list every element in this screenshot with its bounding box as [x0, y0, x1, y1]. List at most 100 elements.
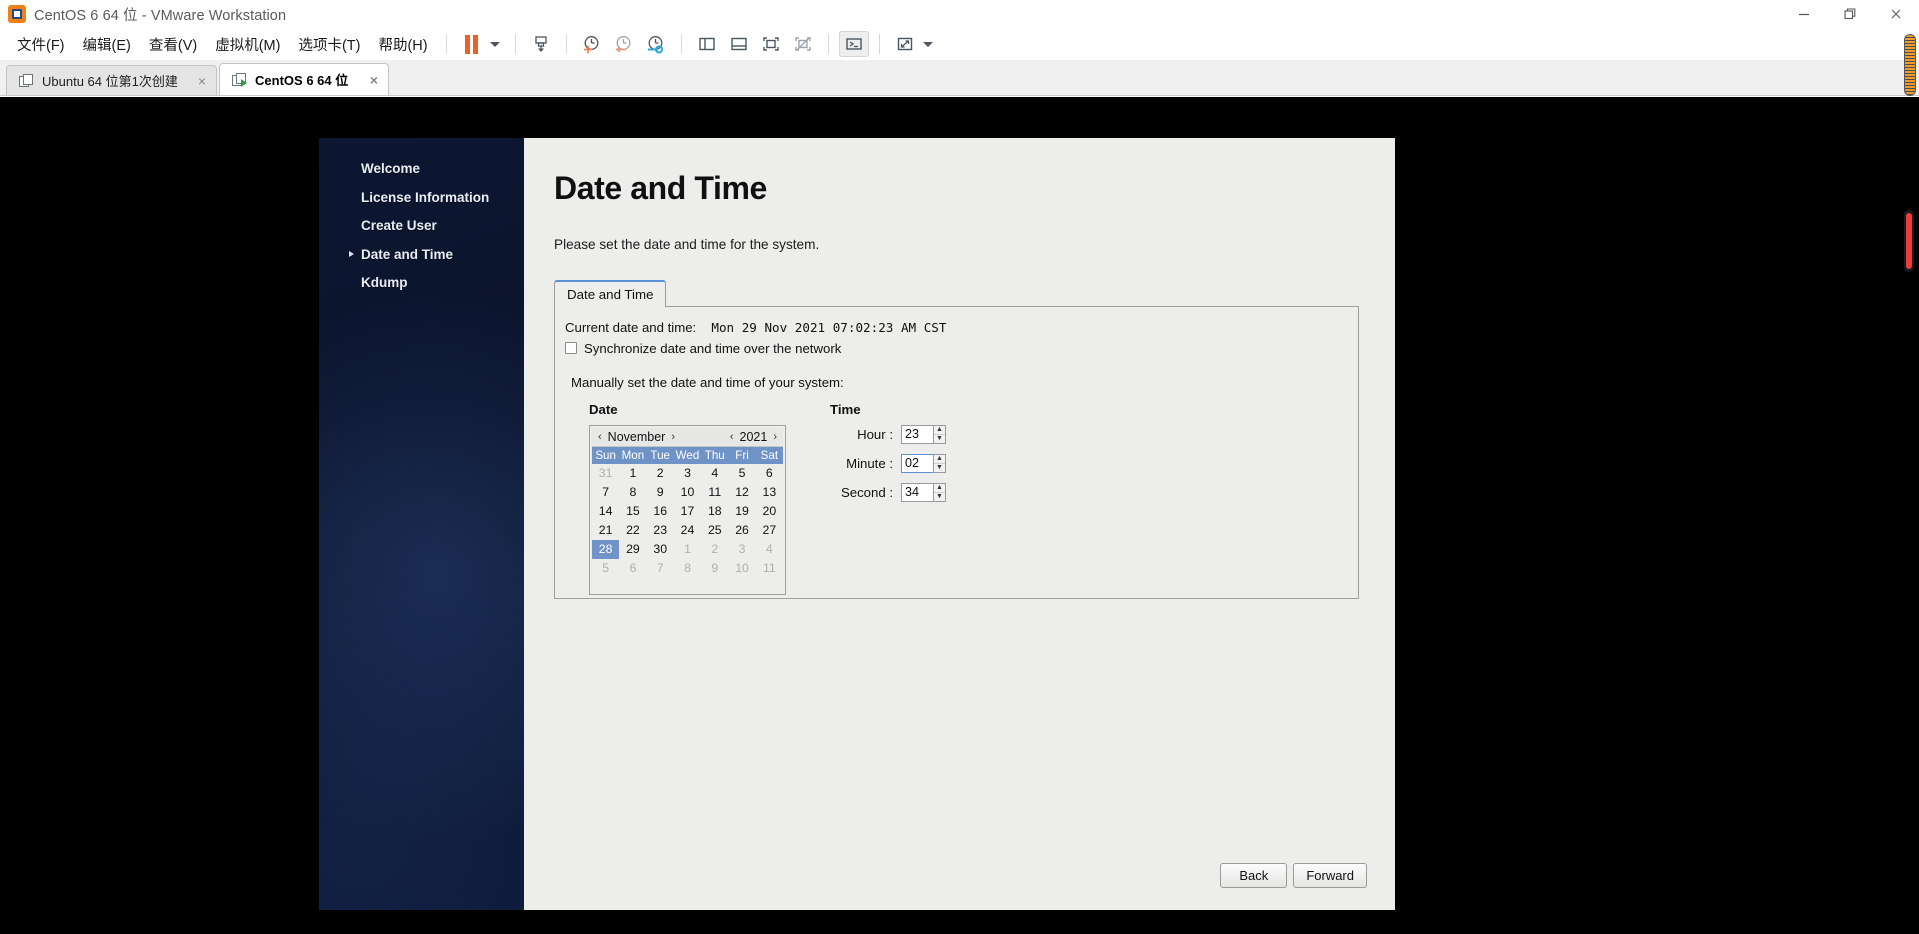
calendar-day[interactable]: 3 — [728, 540, 755, 559]
calendar-day[interactable]: 17 — [674, 502, 701, 521]
calendar-day[interactable]: 6 — [619, 559, 646, 578]
fullscreen-dropdown-caret-down-icon[interactable] — [922, 41, 933, 47]
month-selector[interactable]: ‹ November › — [598, 430, 675, 444]
show-library-button[interactable] — [692, 31, 722, 57]
calendar-day[interactable]: 6 — [756, 464, 783, 483]
minute-input[interactable] — [901, 453, 933, 473]
calendar-day[interactable]: 4 — [756, 540, 783, 559]
calendar-day[interactable]: 13 — [756, 483, 783, 502]
calendar-day[interactable]: 20 — [756, 502, 783, 521]
calendar-day[interactable]: 5 — [592, 559, 619, 578]
calendar-day[interactable]: 16 — [647, 502, 674, 521]
calendar-day[interactable]: 30 — [647, 540, 674, 559]
calendar-day[interactable]: 2 — [647, 464, 674, 483]
calendar-day[interactable]: 1 — [674, 540, 701, 559]
close-icon[interactable] — [1873, 0, 1919, 28]
calendar-day[interactable]: 18 — [701, 502, 728, 521]
calendar-day-selected[interactable]: 28 — [592, 539, 620, 559]
minute-spinner[interactable]: ▲ ▼ — [901, 453, 946, 473]
snapshot-revert-button[interactable] — [609, 31, 639, 57]
menu-vm[interactable]: 虚拟机(M) — [206, 30, 289, 59]
calendar-day[interactable]: 24 — [674, 521, 701, 540]
sidebar-item-date-and-time[interactable]: Date and Time — [319, 247, 524, 264]
hide-console-view-button[interactable] — [788, 31, 818, 57]
sidebar-item-license-information[interactable]: License Information — [319, 190, 524, 207]
hour-stepper[interactable]: ▲ ▼ — [933, 424, 946, 444]
calendar-day[interactable]: 12 — [728, 483, 755, 502]
calendar-day[interactable]: 8 — [674, 559, 701, 578]
calendar-day[interactable]: 7 — [647, 559, 674, 578]
next-year-icon[interactable]: › — [773, 431, 777, 443]
calendar-day[interactable]: 9 — [647, 483, 674, 502]
vm-tab-centos[interactable]: CentOS 6 64 位 × — [219, 63, 390, 95]
sync-checkbox[interactable] — [565, 342, 577, 355]
calendar-day[interactable]: 23 — [647, 521, 674, 540]
fullscreen-button[interactable] — [890, 31, 920, 57]
sidebar-item-welcome[interactable]: Welcome — [319, 161, 524, 178]
second-decrement-icon[interactable]: ▼ — [934, 493, 945, 501]
menu-help[interactable]: 帮助(H) — [369, 30, 436, 59]
hour-input[interactable] — [901, 424, 933, 444]
hour-decrement-icon[interactable]: ▼ — [934, 435, 945, 443]
snapshot-manager-button[interactable] — [641, 31, 671, 57]
hour-increment-icon[interactable]: ▲ — [934, 426, 945, 435]
tab-date-and-time[interactable]: Date and Time — [554, 279, 667, 307]
year-selector[interactable]: ‹ 2021 › — [730, 430, 777, 444]
power-button[interactable] — [526, 31, 556, 57]
calendar-day[interactable]: 25 — [701, 521, 728, 540]
tab-close-icon[interactable]: × — [186, 73, 206, 89]
menu-edit[interactable]: 编辑(E) — [74, 30, 140, 59]
calendar-day[interactable]: 15 — [619, 502, 646, 521]
calendar-day[interactable]: 1 — [619, 464, 646, 483]
guest-scrollbar-thumb[interactable] — [1904, 210, 1914, 272]
next-month-icon[interactable]: › — [671, 431, 675, 443]
terminal-button[interactable] — [838, 31, 869, 57]
hour-spinner[interactable]: ▲ ▼ — [901, 424, 946, 444]
prev-year-icon[interactable]: ‹ — [730, 431, 734, 443]
calendar-widget[interactable]: ‹ November › ‹ 2021 › Sun Mon Tue Wed Th… — [589, 424, 786, 595]
calendar-day[interactable]: 8 — [619, 483, 646, 502]
calendar-day[interactable]: 21 — [592, 521, 619, 540]
sidebar-item-kdump[interactable]: Kdump — [319, 275, 524, 292]
calendar-day[interactable]: 31 — [592, 464, 619, 483]
tab-close-icon[interactable]: × — [358, 72, 378, 88]
second-input[interactable] — [901, 482, 933, 502]
calendar-day[interactable]: 7 — [592, 483, 619, 502]
calendar-day[interactable]: 26 — [728, 521, 755, 540]
calendar-day[interactable]: 22 — [619, 521, 646, 540]
second-spinner[interactable]: ▲ ▼ — [901, 482, 946, 502]
calendar-day[interactable]: 11 — [756, 559, 783, 578]
second-stepper[interactable]: ▲ ▼ — [933, 482, 946, 502]
calendar-day[interactable]: 9 — [701, 559, 728, 578]
calendar-day-grid[interactable]: 31 1 2 3 4 5 6 7 8 9 10 11 12 13 14 15 16 17 18 19 20 21 22 23 2… — [592, 464, 783, 578]
forward-button[interactable]: Forward — [1293, 863, 1367, 888]
back-button[interactable]: Back — [1220, 863, 1288, 888]
vm-tab-ubuntu[interactable]: Ubuntu 64 位第1次创建 × — [6, 65, 218, 95]
calendar-day[interactable]: 3 — [674, 464, 701, 483]
minute-stepper[interactable]: ▲ ▼ — [933, 453, 946, 473]
minute-decrement-icon[interactable]: ▼ — [934, 464, 945, 472]
menu-tabs[interactable]: 选项卡(T) — [289, 30, 369, 59]
second-increment-icon[interactable]: ▲ — [934, 484, 945, 493]
restore-icon[interactable] — [1827, 0, 1873, 28]
pause-button[interactable] — [457, 31, 487, 57]
calendar-day[interactable]: 10 — [674, 483, 701, 502]
calendar-day[interactable]: 19 — [728, 502, 755, 521]
calendar-day[interactable]: 29 — [619, 540, 646, 559]
calendar-day[interactable]: 27 — [756, 521, 783, 540]
calendar-day[interactable]: 10 — [728, 559, 755, 578]
menu-view[interactable]: 查看(V) — [140, 30, 206, 59]
prev-month-icon[interactable]: ‹ — [598, 431, 602, 443]
snapshot-take-button[interactable] — [577, 31, 607, 57]
minimize-icon[interactable] — [1781, 0, 1827, 28]
menu-file[interactable]: 文件(F) — [8, 30, 74, 59]
calendar-day[interactable]: 5 — [728, 464, 755, 483]
calendar-day[interactable]: 2 — [701, 540, 728, 559]
calendar-day[interactable]: 4 — [701, 464, 728, 483]
sync-checkbox-row[interactable]: Synchronize date and time over the netwo… — [565, 341, 1344, 356]
show-console-view-button[interactable] — [756, 31, 786, 57]
calendar-day[interactable]: 14 — [592, 502, 619, 521]
minute-increment-icon[interactable]: ▲ — [934, 455, 945, 464]
pause-dropdown-caret-down-icon[interactable] — [489, 41, 500, 47]
calendar-day[interactable]: 11 — [701, 483, 728, 502]
